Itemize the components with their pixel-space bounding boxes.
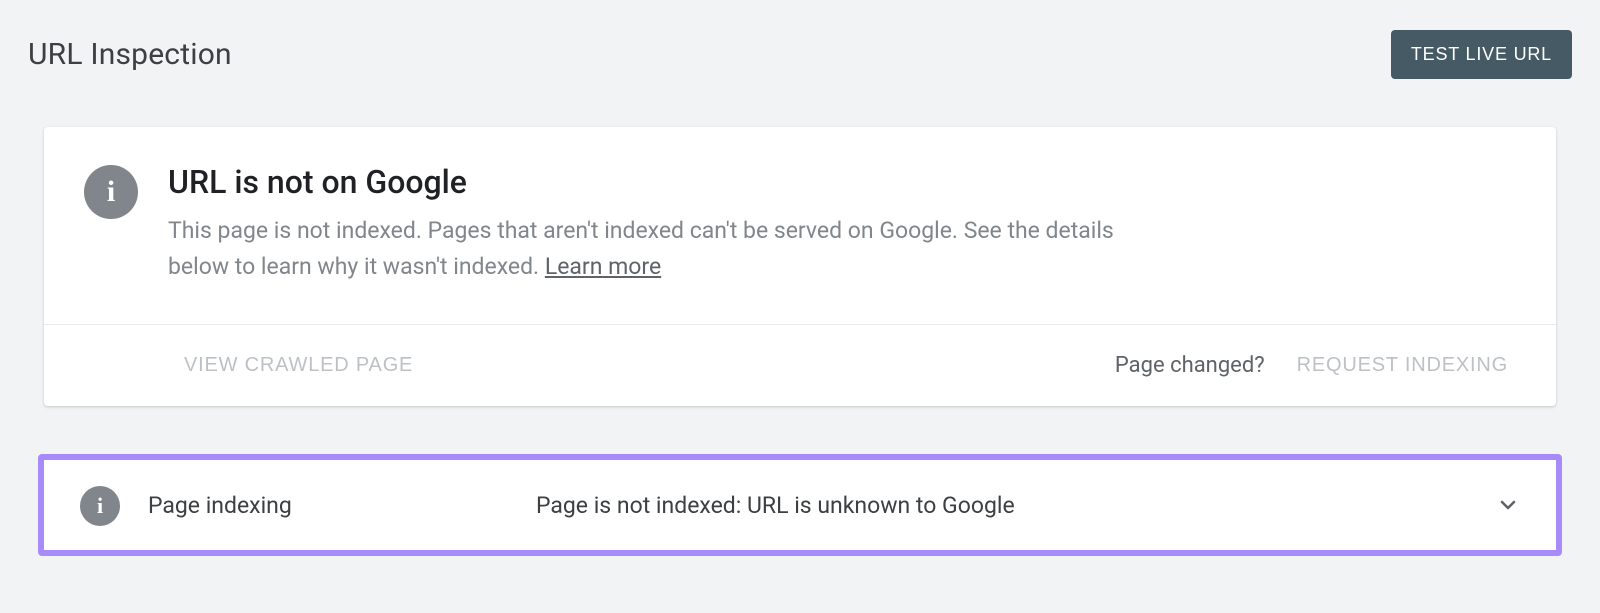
page-indexing-row[interactable]: Page indexing Page is not indexed: URL i… [44, 460, 1556, 550]
view-crawled-page-button[interactable]: VIEW CRAWLED PAGE [184, 354, 413, 377]
page-indexing-value: Page is not indexed: URL is unknown to G… [536, 492, 1468, 519]
learn-more-link[interactable]: Learn more [545, 253, 661, 280]
page-indexing-label: Page indexing [148, 492, 508, 519]
info-icon [80, 486, 120, 526]
status-description: This page is not indexed. Pages that are… [168, 213, 1148, 284]
info-icon [84, 165, 138, 219]
request-indexing-button[interactable]: REQUEST INDEXING [1297, 354, 1508, 377]
status-title: URL is not on Google [168, 163, 1148, 201]
chevron-down-icon [1496, 493, 1520, 517]
test-live-url-button[interactable]: TEST LIVE URL [1391, 30, 1572, 79]
status-card: URL is not on Google This page is not in… [44, 127, 1556, 406]
page-title: URL Inspection [28, 37, 232, 72]
page-indexing-highlight: Page indexing Page is not indexed: URL i… [38, 454, 1562, 556]
page-changed-label: Page changed? [1115, 353, 1265, 378]
